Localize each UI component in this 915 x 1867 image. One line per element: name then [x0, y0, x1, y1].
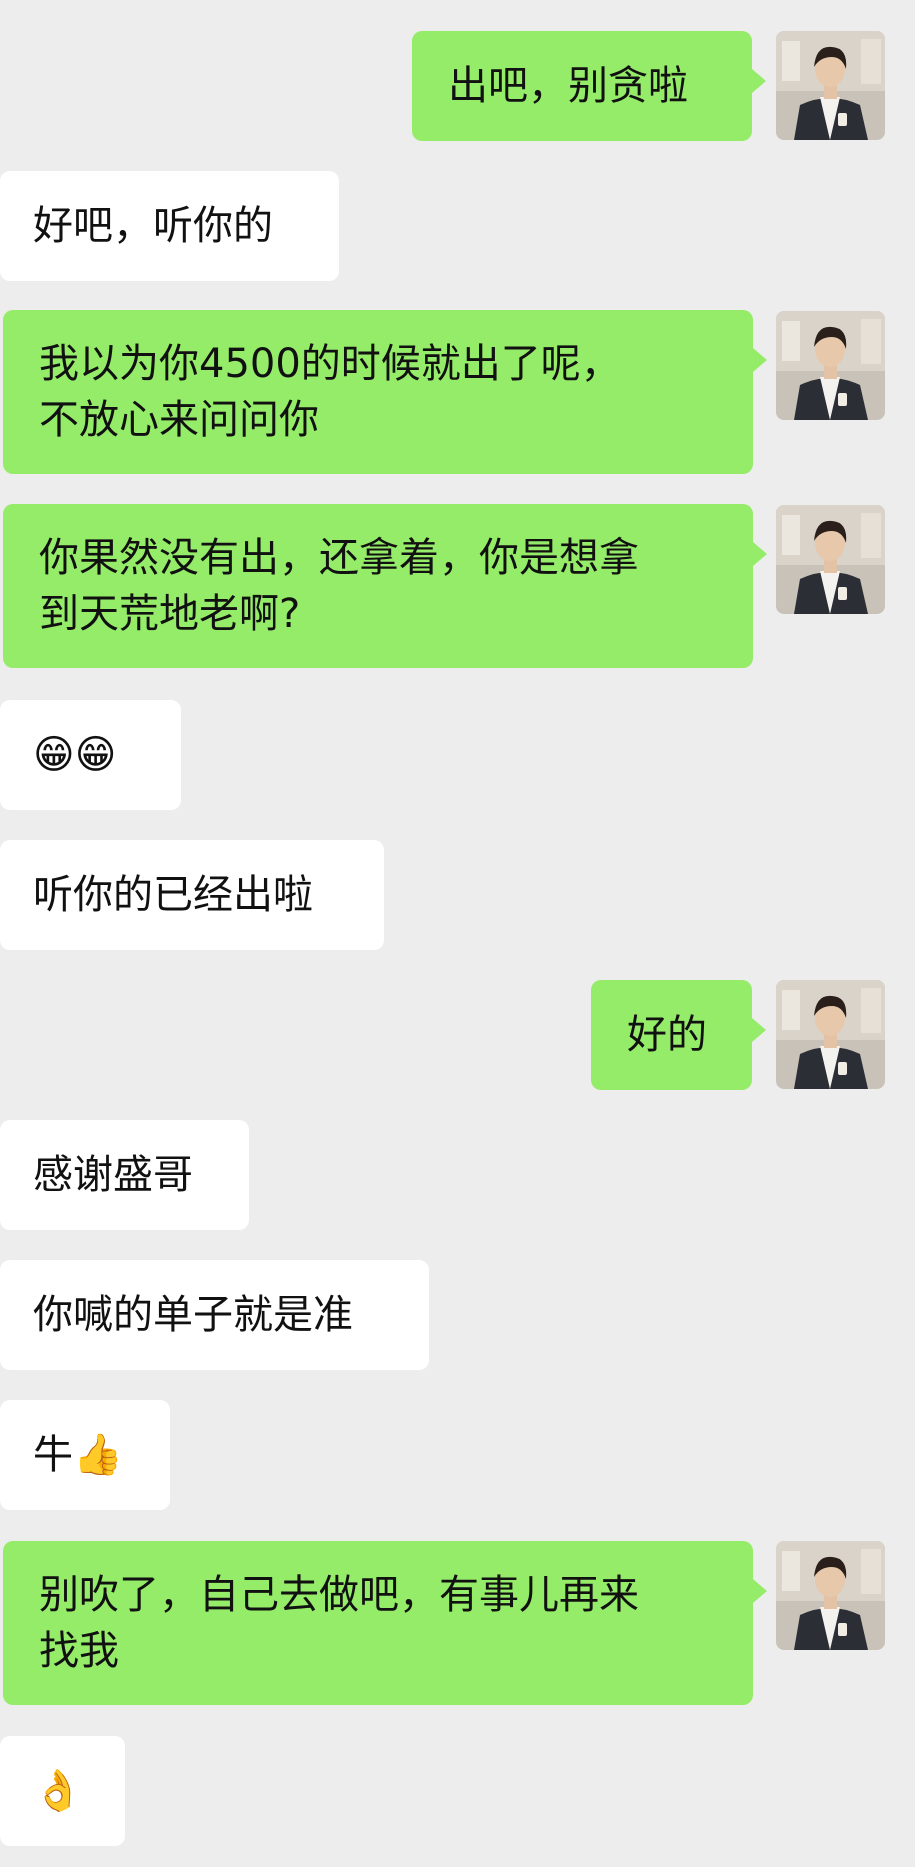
- incoming-message[interactable]: 好吧，听你的: [0, 171, 339, 281]
- avatar[interactable]: [776, 1541, 885, 1650]
- outgoing-message[interactable]: 好的: [591, 980, 766, 1090]
- incoming-message[interactable]: 你喊的单子就是准: [0, 1260, 429, 1370]
- message-text-line-2: 到天荒地老啊?: [39, 591, 301, 637]
- outgoing-message[interactable]: 我以为你4500的时候就出了呢， 不放心来问问你: [3, 310, 767, 474]
- message-text-line-2: 找我: [39, 1628, 119, 1674]
- message-text: 你喊的单子就是准: [33, 1292, 353, 1338]
- avatar[interactable]: [776, 980, 885, 1089]
- avatar[interactable]: [776, 311, 885, 420]
- person-avatar-icon: [776, 1541, 885, 1650]
- message-text: 好的: [627, 1012, 707, 1058]
- message-text: 牛👍: [33, 1432, 123, 1478]
- grinning-emoji: 😁😁: [33, 732, 117, 778]
- outgoing-message[interactable]: 你果然没有出，还拿着，你是想拿 到天荒地老啊?: [3, 504, 767, 668]
- avatar[interactable]: [776, 505, 885, 614]
- person-avatar-icon: [776, 31, 885, 140]
- ok-hand-emoji: 👌: [33, 1768, 83, 1814]
- message-text-line-1: 我以为你4500的时候就出了呢，: [39, 341, 621, 387]
- outgoing-message[interactable]: 别吹了，自己去做吧，有事儿再来 找我: [3, 1541, 767, 1705]
- incoming-message[interactable]: 👌: [0, 1736, 125, 1846]
- person-avatar-icon: [776, 505, 885, 614]
- message-text: 出吧，别贪啦: [448, 63, 688, 109]
- message-text: 感谢盛哥: [33, 1152, 193, 1198]
- message-text: 听你的已经出啦: [33, 872, 313, 918]
- incoming-message[interactable]: 牛👍: [0, 1400, 170, 1510]
- message-text: 好吧，听你的: [33, 203, 273, 249]
- incoming-message[interactable]: 😁😁: [0, 700, 181, 810]
- avatar[interactable]: [776, 31, 885, 140]
- message-text-line-1: 你果然没有出，还拿着，你是想拿: [39, 535, 639, 581]
- person-avatar-icon: [776, 311, 885, 420]
- outgoing-message[interactable]: 出吧，别贪啦: [412, 31, 766, 141]
- incoming-message[interactable]: 听你的已经出啦: [0, 840, 384, 950]
- incoming-message[interactable]: 感谢盛哥: [0, 1120, 249, 1230]
- message-text-line-1: 别吹了，自己去做吧，有事儿再来: [39, 1572, 639, 1618]
- message-text-line-2: 不放心来问问你: [39, 397, 319, 443]
- person-avatar-icon: [776, 980, 885, 1089]
